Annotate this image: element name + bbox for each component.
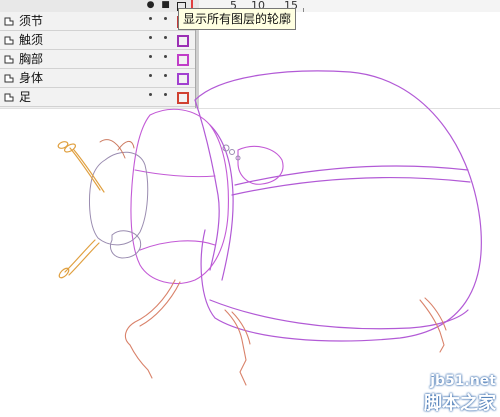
mandibles — [99, 139, 135, 159]
watermark-site: jb51.net — [430, 373, 496, 389]
layer-icon — [4, 93, 14, 102]
layer-icon — [4, 17, 14, 26]
visibility-dot[interactable] — [149, 74, 152, 77]
antennae — [57, 141, 105, 279]
layer-icon — [4, 36, 14, 45]
layer-row-4[interactable]: 足 — [0, 88, 195, 107]
layer-icon — [4, 74, 14, 83]
layer-name: 足 — [19, 90, 32, 104]
visibility-dot[interactable] — [149, 36, 152, 39]
layer-outline-toggle[interactable] — [177, 73, 189, 85]
layer-row-0[interactable]: 须节 — [0, 12, 195, 31]
layer-outline-toggle[interactable] — [177, 54, 189, 66]
lock-dot[interactable] — [164, 17, 167, 20]
tooltip: 显示所有图层的轮廓 — [178, 8, 297, 30]
layer-list: 须节 触须 胸部 身体 足 — [0, 12, 195, 107]
head-front — [89, 144, 241, 259]
thorax-head — [130, 108, 284, 284]
layer-name: 胸部 — [19, 52, 44, 66]
watermark: jb51.net 脚本之家 — [424, 373, 496, 415]
eye-icon[interactable]: ● — [146, 1, 155, 10]
visibility-dot[interactable] — [149, 55, 152, 58]
layer-row-1[interactable]: 触须 — [0, 31, 195, 50]
layer-name: 须节 — [19, 14, 44, 28]
legs — [124, 279, 447, 386]
layer-outline-toggle[interactable] — [177, 35, 189, 47]
lock-dot[interactable] — [164, 74, 167, 77]
watermark-brand: 脚本之家 — [424, 393, 496, 414]
lock-dot[interactable] — [164, 36, 167, 39]
lock-dot[interactable] — [164, 55, 167, 58]
layer-name: 触须 — [19, 33, 44, 47]
visibility-dot[interactable] — [149, 93, 152, 96]
lock-dot[interactable] — [164, 93, 167, 96]
layer-icon — [4, 55, 14, 64]
visibility-dot[interactable] — [149, 17, 152, 20]
body-shell — [194, 70, 482, 342]
stage-divider — [0, 108, 500, 109]
layer-row-3[interactable]: 身体 — [0, 69, 195, 88]
lock-icon[interactable]: ■ — [161, 1, 170, 10]
layer-name: 身体 — [19, 71, 44, 85]
layer-row-2[interactable]: 胸部 — [0, 50, 195, 69]
layer-outline-toggle[interactable] — [177, 92, 189, 104]
